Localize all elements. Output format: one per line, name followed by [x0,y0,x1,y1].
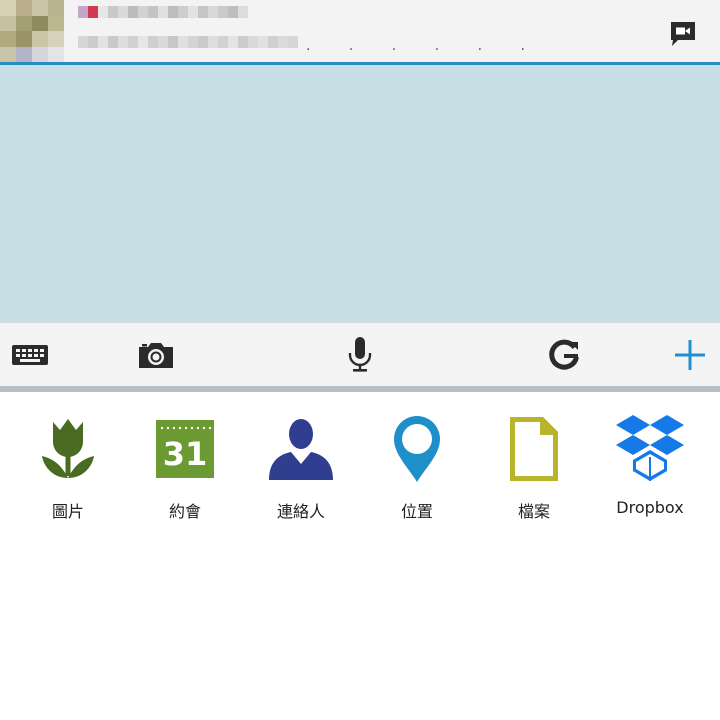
document-icon [510,417,558,481]
plus-icon [675,340,705,370]
person-icon [269,419,333,480]
video-chat-button[interactable] [668,19,698,49]
attach-dropbox-label: Dropbox [616,498,684,517]
status-ellipsis: . . . . . . [306,38,542,54]
chat-header: . . . . . . [0,0,720,62]
contact-name-redacted [78,6,248,18]
keyboard-icon [12,345,48,365]
attach-contacts-label: 連絡人 [276,502,325,521]
attach-pictures-label: 圖片 [51,502,84,521]
video-chat-icon [671,22,695,46]
avatar[interactable] [0,0,64,62]
google-search-button[interactable] [544,335,584,375]
attach-location-label: 位置 [400,502,433,521]
attach-appointment-label: 約會 [168,502,201,521]
voice-note-button[interactable] [340,335,380,375]
camera-button[interactable] [136,335,176,375]
attach-files-label: 檔案 [517,502,550,521]
input-toolbar [0,322,720,387]
camera-icon [139,343,173,368]
map-pin-icon [394,416,440,482]
attach-appointment-button[interactable]: 31 約會 [127,414,243,524]
google-icon [549,339,579,370]
microphone-icon [348,337,372,372]
attach-pictures-button[interactable]: 圖片 [10,414,126,524]
tulip-icon [42,419,94,478]
calendar-day-number: 31 [162,435,208,473]
attach-dropbox-button[interactable]: Dropbox [592,414,708,524]
attach-contacts-button[interactable]: 連絡人 [243,414,359,524]
attach-plus-button[interactable] [670,335,710,375]
chat-message-area[interactable] [0,65,720,322]
dropbox-icon [616,415,684,481]
contact-status-redacted [78,36,298,48]
calendar-icon: 31 [156,420,214,478]
attach-files-button[interactable]: 檔案 [476,414,592,524]
attach-location-button[interactable]: 位置 [359,414,475,524]
keyboard-button[interactable] [10,335,50,375]
attachment-panel: 圖片 31 約會 連絡人 位置 檔案 Dropbox [0,392,720,720]
